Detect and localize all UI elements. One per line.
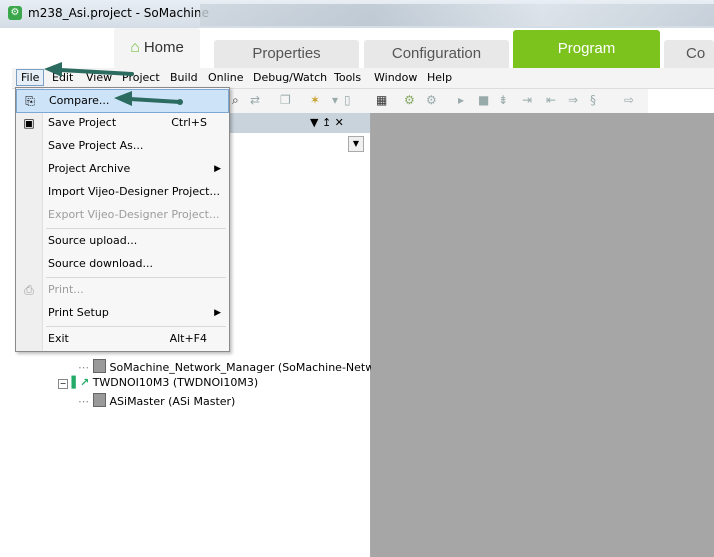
annotation-arrows	[44, 62, 183, 106]
annotation-arrow-compare	[114, 91, 183, 106]
annotation-arrow-file	[44, 62, 134, 77]
